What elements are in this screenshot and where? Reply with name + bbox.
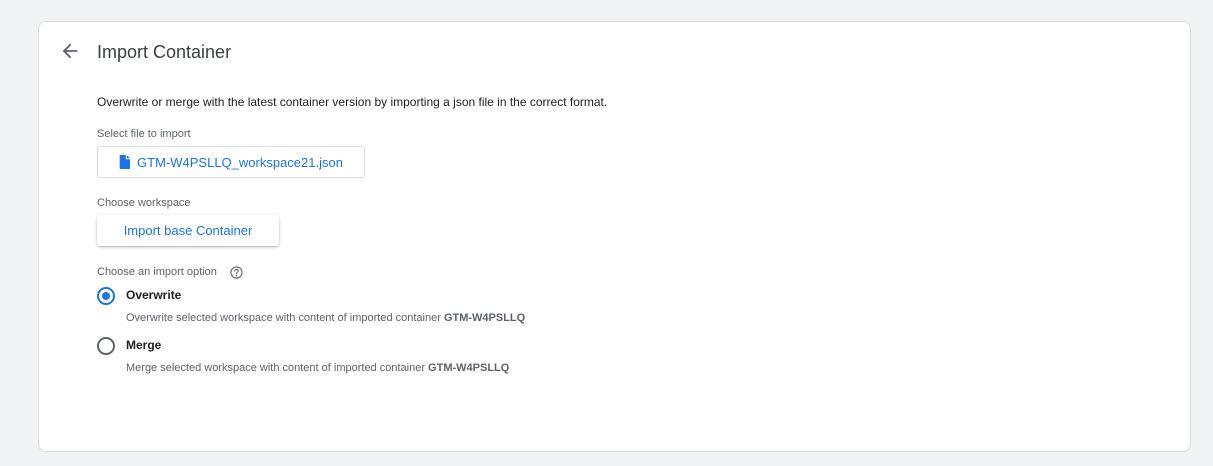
merge-container-id: GTM-W4PSLLQ: [428, 362, 510, 374]
merge-label[interactable]: Merge: [126, 338, 161, 352]
overwrite-description: Overwrite selected workspace with conten…: [126, 312, 525, 324]
file-name: GTM-W4PSLLQ_workspace21.json: [137, 154, 343, 170]
page-description: Overwrite or merge with the latest conta…: [97, 95, 608, 109]
page-title: Import Container: [97, 42, 232, 62]
merge-description: Merge selected workspace with content of…: [126, 362, 509, 374]
merge-radio[interactable]: [97, 337, 115, 355]
file-icon: [119, 155, 131, 169]
choose-workspace-label: Choose workspace: [97, 197, 191, 209]
overwrite-container-id: GTM-W4PSLLQ: [443, 312, 526, 324]
import-option-label: Choose an import option: [97, 266, 217, 278]
overwrite-description-text: Overwrite selected workspace with conten…: [126, 312, 444, 324]
overwrite-radio[interactable]: [97, 287, 115, 305]
select-file-label: Select file to import: [97, 128, 191, 140]
import-container-card: Import Container Overwrite or merge with…: [38, 21, 1191, 452]
overwrite-label[interactable]: Overwrite: [126, 288, 181, 302]
select-file-button[interactable]: GTM-W4PSLLQ_workspace21.json: [97, 146, 365, 178]
merge-description-text: Merge selected workspace with content of…: [126, 362, 429, 374]
choose-workspace-button[interactable]: Import base Container: [97, 215, 279, 246]
arrow-left-icon[interactable]: [59, 40, 81, 62]
help-circle-icon[interactable]: [230, 266, 243, 279]
